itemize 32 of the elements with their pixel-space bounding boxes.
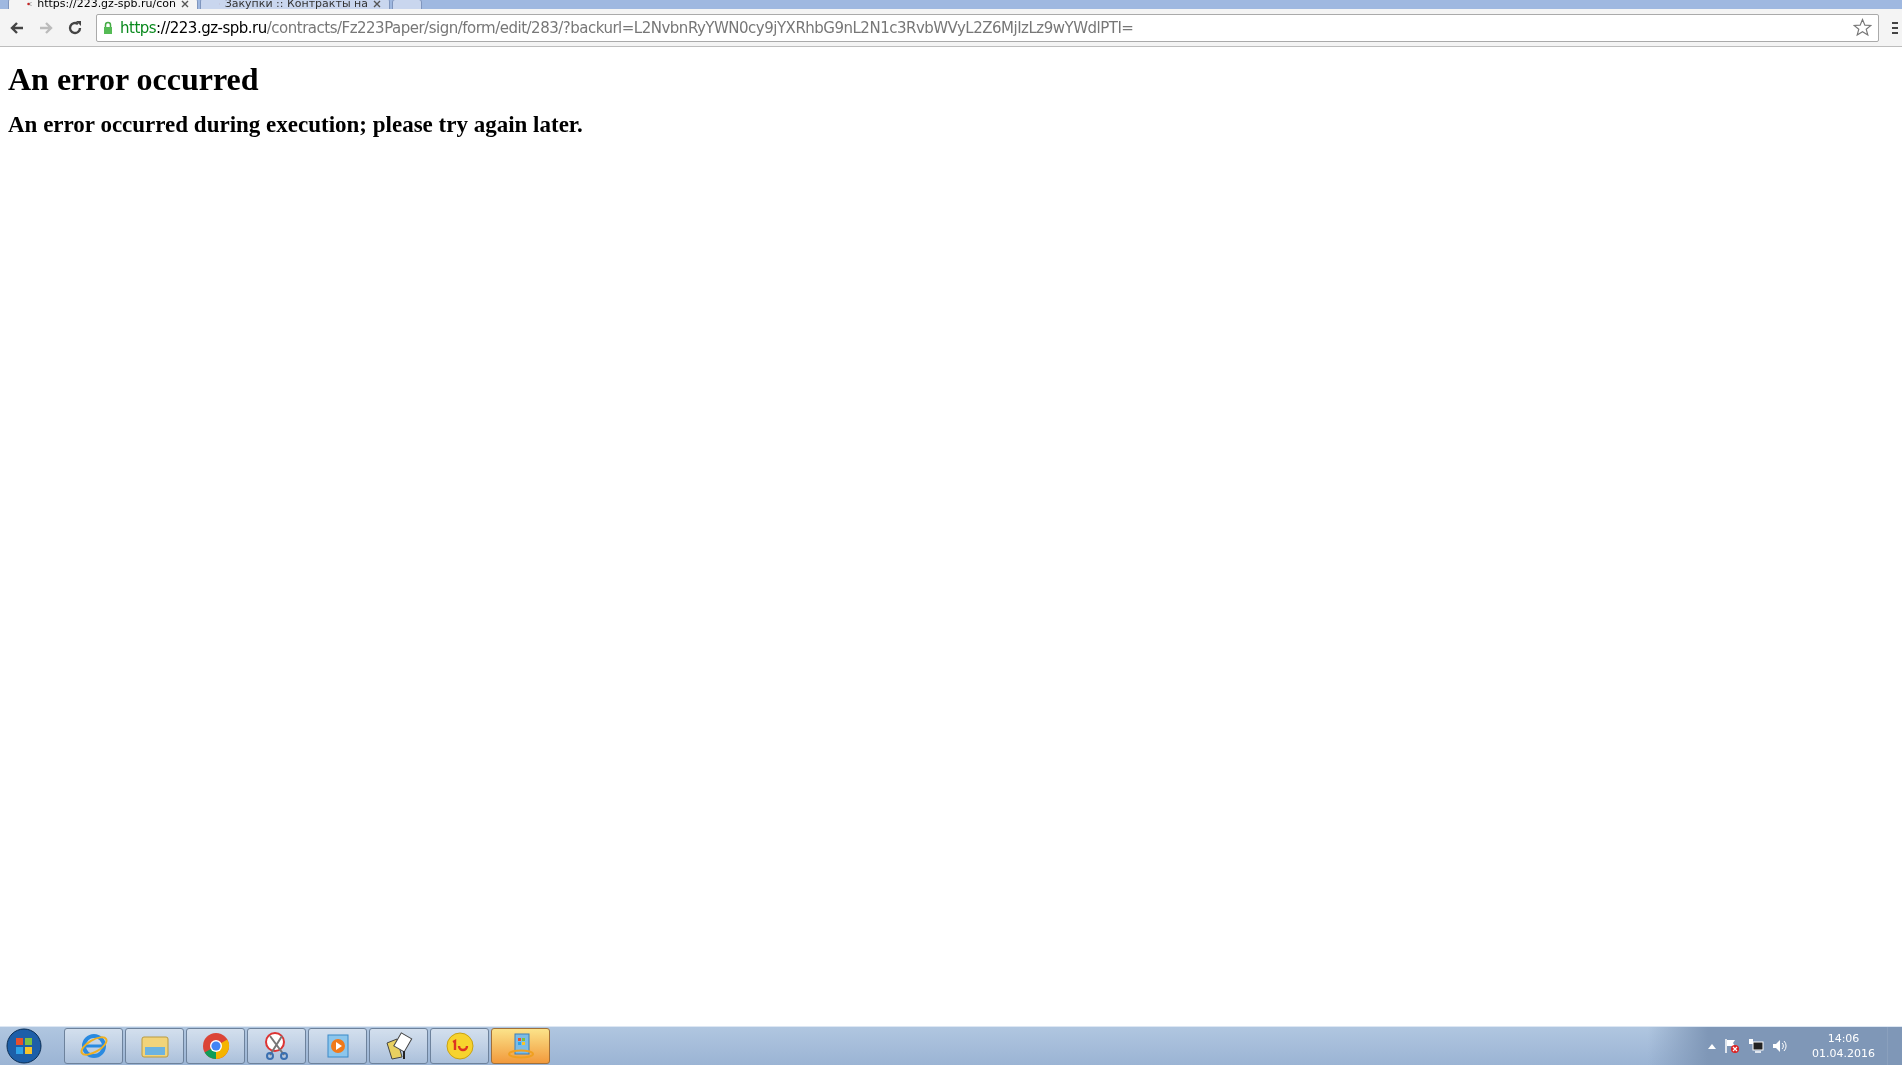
- taskbar-button[interactable]: [125, 1028, 184, 1064]
- taskbar-button[interactable]: [491, 1028, 550, 1064]
- star-icon[interactable]: [1853, 18, 1872, 37]
- chrome-icon: [200, 1031, 231, 1061]
- taskbar-button[interactable]: [308, 1028, 367, 1064]
- lock-icon: [103, 20, 113, 35]
- back-icon[interactable]: [9, 19, 25, 36]
- caret-icon[interactable]: [1708, 1043, 1716, 1049]
- close-icon[interactable]: [373, 0, 381, 8]
- clock-time: 14:06: [1827, 1031, 1860, 1046]
- url-text: https://223.gz-spb.ru/contracts/Fz223Paper/sign/form/edit/283/?backurl=L2NvbnRyYWN0cy9jYXRhbG9nL2N1c3RvbWVyL2Z6MjIzLz9wYWdlPTI=: [120, 18, 1135, 37]
- menu-icon[interactable]: [1892, 20, 1898, 35]
- taskbar-button[interactable]: [186, 1028, 245, 1064]
- flag-icon[interactable]: [1724, 1038, 1740, 1054]
- taskbar-button[interactable]: [430, 1028, 489, 1064]
- start-button[interactable]: [6, 1028, 42, 1064]
- reload-icon[interactable]: [67, 19, 83, 36]
- address-bar[interactable]: https://223.gz-spb.ru/contracts/Fz223Paper/sign/form/edit/283/?backurl=L2NvbnRyYWN0cy9jYXRhbG9nL2N1c3RvbWVyL2Z6MjIzLz9wYWdlPTI=: [96, 13, 1879, 42]
- clock-date: 01.04.2016: [1812, 1046, 1875, 1061]
- taskbar-button[interactable]: [64, 1028, 123, 1064]
- windows-update-icon: [505, 1031, 536, 1061]
- speaker-icon[interactable]: [1772, 1038, 1788, 1054]
- scissors-icon: [27, 0, 33, 8]
- taskbar-button[interactable]: [247, 1028, 306, 1064]
- network-icon[interactable]: [1748, 1038, 1764, 1054]
- onec-icon: [444, 1031, 475, 1061]
- document-folder-icon: [383, 1031, 414, 1061]
- error-message: An error occurred during execution; please try again later.: [8, 112, 584, 138]
- close-icon[interactable]: [181, 0, 189, 8]
- taskbar-button[interactable]: [369, 1028, 428, 1064]
- error-heading: An error occurred: [8, 61, 260, 98]
- letter-e-icon: [78, 1031, 109, 1061]
